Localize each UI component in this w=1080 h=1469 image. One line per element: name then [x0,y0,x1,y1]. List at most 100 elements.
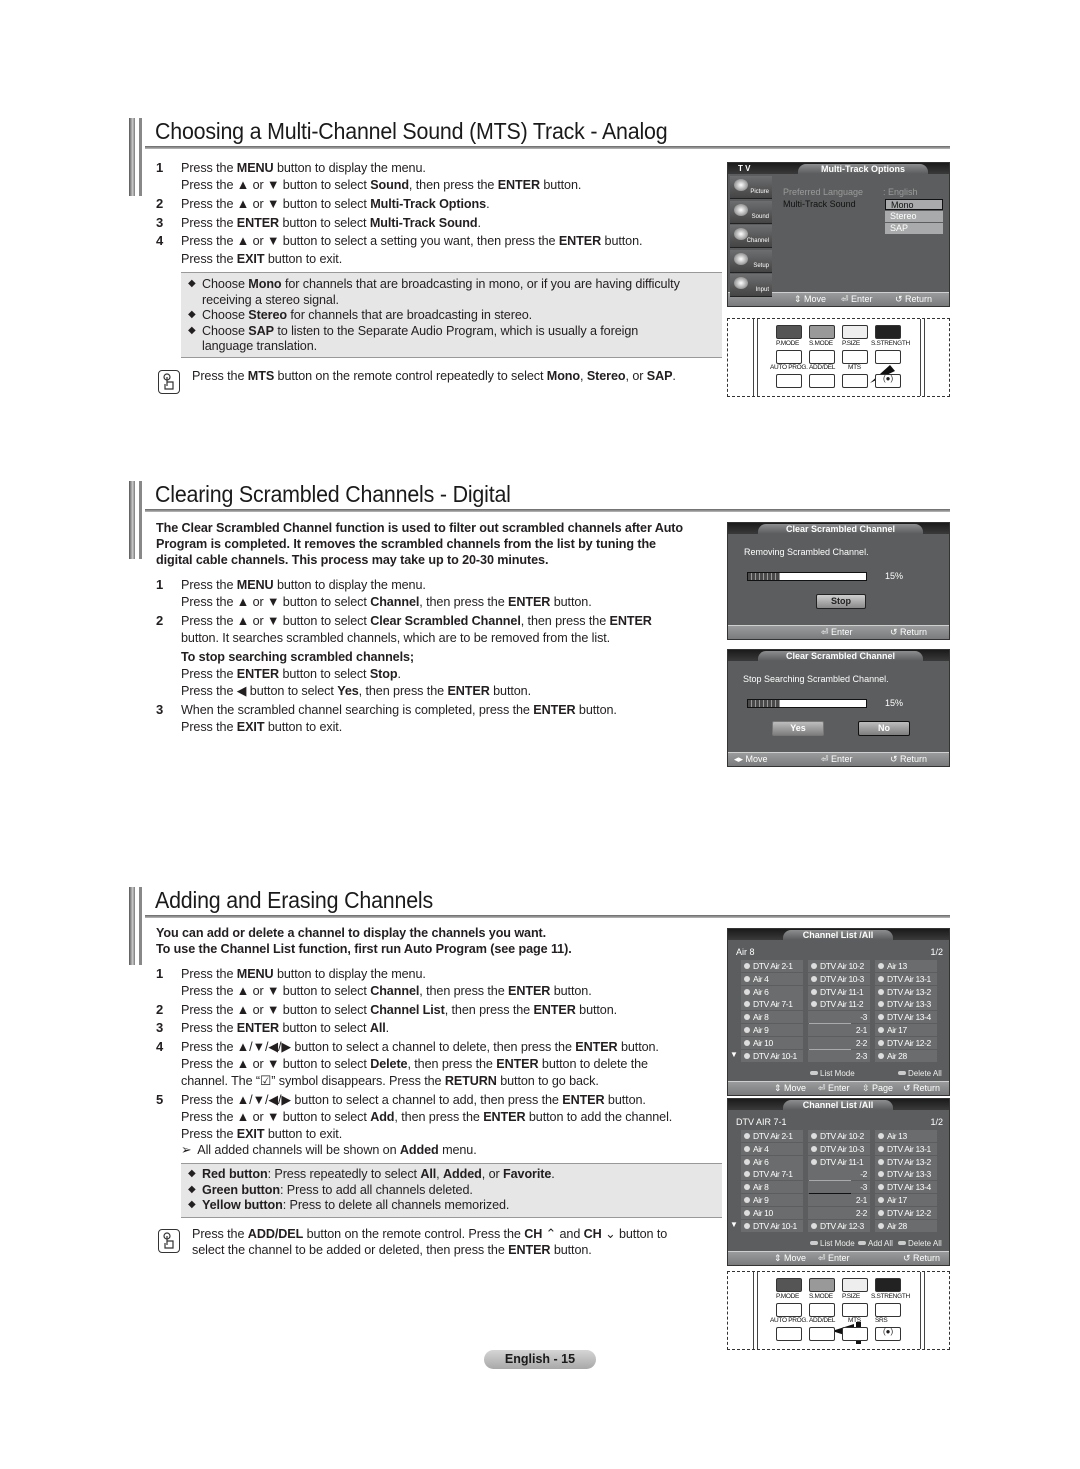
channel-cell[interactable]: Air 4 [741,1142,803,1155]
section-bar [139,887,142,965]
option-stereo[interactable]: Stereo [885,211,943,222]
channel-cell[interactable]: Air 13 [875,960,937,972]
channel-cell[interactable]: Air 10 [741,1206,803,1219]
sidebar-item-channel[interactable]: Channel [730,225,772,248]
channel-cell[interactable]: DTV Air 13-4 [875,1181,937,1194]
channel-cell[interactable]: Air 17 [875,1194,937,1206]
channel-cell[interactable]: DTV Air 13-1 [875,1142,937,1155]
check-icon [878,1014,884,1021]
section-title-scrambled: Clearing Scrambled Channels - Digital [155,481,511,507]
channel-cell[interactable]: DTV Air 13-3 [875,1168,937,1181]
section-bar [129,887,135,965]
check-icon [811,1145,817,1152]
sidebar-item-picture[interactable]: Picture [730,176,772,199]
channel-cell[interactable]: DTV Air 10-3 [808,972,870,985]
key-srs: (●) [875,1327,901,1341]
channel-cell[interactable]: 2-3 [808,1049,870,1062]
step-text: Press the ENTER button to select All. [181,1020,390,1036]
channel-cell[interactable]: -3 [808,1181,870,1194]
key-label: MTS [848,364,861,371]
channel-cell[interactable]: Air 9 [741,1194,803,1206]
channel-cell[interactable]: 2-1 [808,1024,870,1036]
channel-cell[interactable]: DTV Air 13-3 [875,998,937,1011]
osd-title: Channel List /All [783,930,893,940]
channel-cell[interactable]: Air 6 [741,1155,803,1168]
key-label: S.MODE [809,340,833,347]
channel-cell[interactable]: DTV Air 13-1 [875,972,937,985]
channel-cell[interactable]: DTV Air 13-4 [875,1011,937,1024]
note-text: Red button: Press repeatedly to select A… [202,1166,555,1181]
channel-cell[interactable]: DTV Air 7-1 [741,1168,803,1181]
channel-cell[interactable]: DTV Air 10-2 [808,1130,870,1142]
channel-cell[interactable]: Air 4 [741,972,803,985]
channel-cell[interactable]: 2-1 [808,1194,870,1206]
channel-cell[interactable]: Air 28 [875,1049,937,1062]
channel-cell[interactable]: Air 17 [875,1024,937,1036]
key-label: S.MODE [809,1293,833,1300]
channel-cell[interactable]: DTV Air 12-3 [808,1219,870,1232]
key-label: ADD/DEL [809,364,836,371]
channel-cell[interactable]: DTV Air 7-1 [741,998,803,1011]
channel-cell[interactable]: 2-2 [808,1036,870,1049]
enter-hint: ⏎ Enter [821,754,853,764]
channel-cell[interactable]: 2-2 [808,1206,870,1219]
channel-cell[interactable]: DTV Air 2-1 [741,960,803,972]
channel-cell[interactable]: DTV Air 10-1 [741,1219,803,1232]
step-text: Press the ▲ or ▼ button to select a sett… [181,233,643,249]
sidebar-item-input[interactable]: Input [730,274,772,297]
tip-text: Press the ADD/DEL button on the remote c… [192,1226,668,1241]
yes-button[interactable]: Yes [772,721,824,736]
channel-cell[interactable]: DTV Air 11-1 [808,985,870,998]
channel-cell[interactable]: DTV Air 11-1 [808,1155,870,1168]
check-icon [878,1133,884,1139]
step-text: Press the ▲ or ▼ button to select Sound,… [181,177,582,193]
channel-cell[interactable]: Air 8 [741,1181,803,1194]
sidebar-item-setup[interactable]: Setup [730,249,772,273]
channel-cell[interactable]: DTV Air 10-3 [808,1142,870,1155]
channel-cell[interactable]: DTV Air 10-2 [808,960,870,972]
check-icon [878,1171,884,1178]
sidebar-label: Sound [751,213,769,220]
current-channel: Air 8 [736,947,755,957]
channel-cell[interactable]: Air 8 [741,1011,803,1024]
blue-key [875,325,901,339]
channel-cell[interactable]: DTV Air 12-2 [875,1206,937,1219]
check-icon [878,1197,884,1203]
channel-cell[interactable]: DTV Air 10-1 [741,1049,803,1062]
sidebar-label: Input [755,287,769,293]
channel-cell[interactable]: -3 [808,1011,870,1024]
channel-cell[interactable]: DTV Air 13-2 [875,1155,937,1168]
legend-list-mode: List Mode [810,1239,855,1248]
channel-cell[interactable]: DTV Air 13-2 [875,985,937,998]
check-icon [811,1133,817,1139]
legend-delete-all: Delete All [898,1239,942,1248]
channel-cell[interactable]: Air 10 [741,1036,803,1049]
channel-cell[interactable]: Air 6 [741,985,803,998]
scroll-down-icon[interactable]: ▼ [730,1050,738,1059]
intro-text: The Clear Scrambled Channel function is … [156,520,684,535]
sidebar-item-sound[interactable]: Sound [730,200,772,224]
check-icon [744,1001,750,1008]
channel-cell[interactable]: Air 28 [875,1219,937,1232]
check-icon [878,1222,884,1229]
key-psize [842,1303,868,1317]
scroll-down-icon[interactable]: ▼ [730,1220,738,1229]
sidebar-label: Channel [746,238,769,244]
no-button[interactable]: No [858,721,910,736]
channel-cell[interactable]: Air 9 [741,1024,803,1036]
option-sap[interactable]: SAP [885,223,943,234]
red-key [776,325,802,339]
check-icon [878,1184,884,1191]
channel-cell[interactable]: DTV Air 2-1 [741,1130,803,1142]
channel-cell[interactable]: -2 [808,1168,870,1181]
channel-cell[interactable]: DTV Air 12-2 [875,1036,937,1049]
progress-bar [747,699,867,708]
note-text: Choose SAP to listen to the Separate Aud… [202,322,639,338]
stop-button[interactable]: Stop [816,594,866,609]
key-label: P.SIZE [842,340,860,347]
sidebar-label: Picture [750,189,769,195]
channel-cell[interactable]: DTV Air 11-2 [808,998,870,1011]
channel-cell[interactable]: Air 13 [875,1130,937,1142]
check-icon [744,1171,750,1178]
option-mono[interactable]: Mono [885,199,943,210]
